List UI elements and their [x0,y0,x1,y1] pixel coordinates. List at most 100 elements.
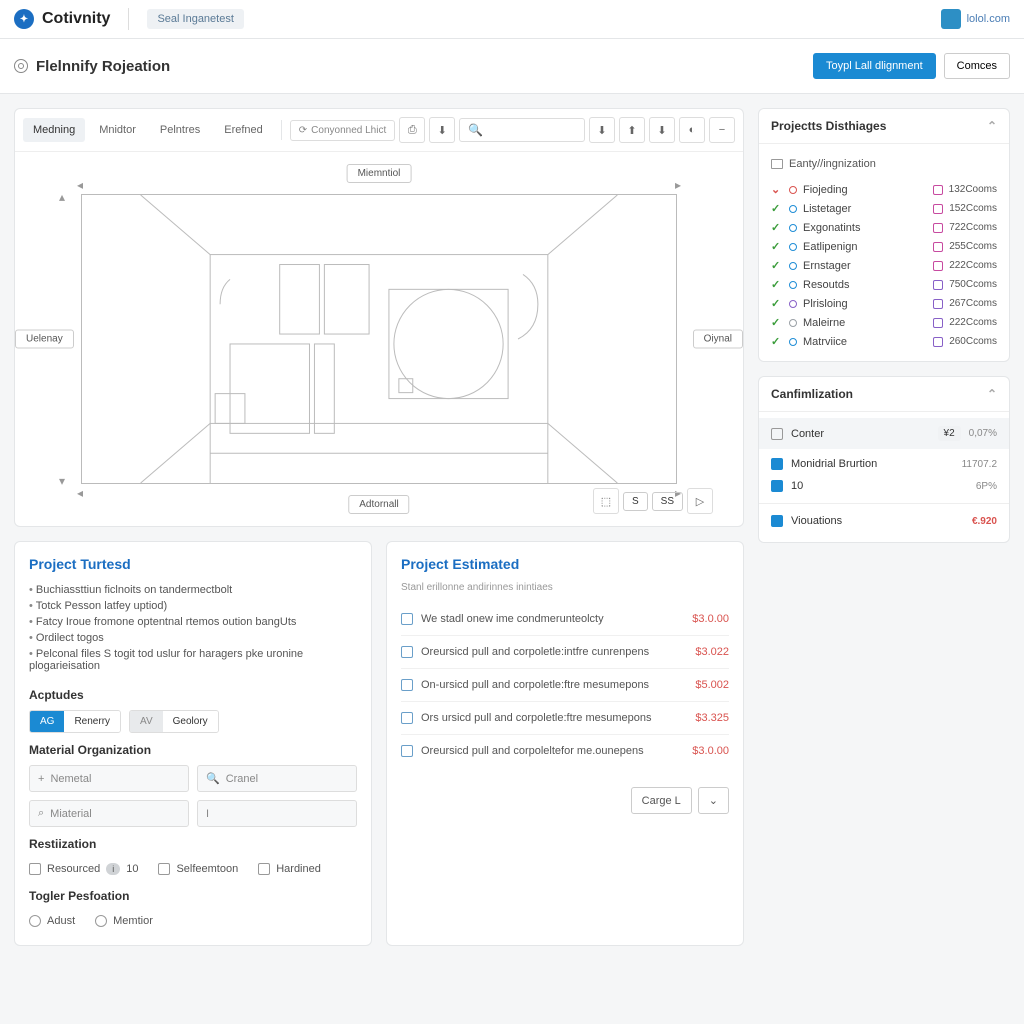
conf-value: 6P% [976,481,997,492]
opt-selfeemtoon[interactable]: Selfeemtoon [158,863,238,875]
est-title: Project Estimated [401,556,729,572]
tab-medning[interactable]: Medning [23,118,85,142]
dist-row[interactable]: ✓ Matrviice 260Ccoms [771,332,997,351]
user-area[interactable]: lolol.com [941,9,1010,29]
field-blank[interactable]: I [197,800,357,827]
dist-row[interactable]: ✓ Resoutds 750Ccoms [771,275,997,294]
arrow-icon: ◂ [77,178,83,192]
conf-pill: ¥2 [938,426,961,441]
checkbox[interactable] [771,480,783,492]
toolbar-search[interactable]: 🔍 [459,118,585,142]
project-estimated-panel: Project Estimated Stanl erillonne andiri… [386,541,744,946]
floorplan-drawing[interactable] [81,194,677,484]
field-cranel[interactable]: 🔍Cranel [197,765,357,792]
status-dot-icon [789,281,797,289]
checkbox[interactable] [771,515,783,527]
dist-row[interactable]: ✓ Plrisloing 267Ccoms [771,294,997,313]
check-icon: ✓ [771,259,783,272]
canvas-area[interactable]: Miemntiol Adtornall Uelenay Oiynal ◂ ▸ ◂… [15,152,743,526]
badge-icon [933,261,943,271]
field-nemetal[interactable]: +Nemetal [29,765,189,792]
badge-icon [933,223,943,233]
opt-resourced[interactable]: Resourcedi10 [29,863,138,875]
dist-name: Eatlipenign [803,241,927,253]
list-item: Pelconal files S togit tod uslur for har… [29,646,357,674]
field-material[interactable]: ⌕Miaterial [29,800,189,827]
est-row[interactable]: On-ursicd pull and corpoletle:ftre mesum… [401,669,729,702]
dist-row[interactable]: ⌄ Fiojeding 132Cooms [771,180,997,199]
carge-dropdown[interactable]: ⌄ [698,787,729,814]
chip-ag[interactable]: AG [30,711,64,732]
tab-mnidtor[interactable]: Mnidtor [89,118,146,142]
arrow-icon: ▴ [59,190,65,204]
topbar: ✦ Cotivnity Seal Inganetest lolol.com [0,0,1024,39]
toolbar-btn-d[interactable]: ◐ [679,117,705,143]
opt-hardined[interactable]: Hardined [258,863,321,875]
badge-icon [933,337,943,347]
warn-icon: ⌄ [771,183,783,196]
radio-adust[interactable]: Adust [29,915,75,927]
carge-button[interactable]: Carge L [631,787,692,814]
est-row[interactable]: Ors ursicd pull and corpoletle:ftre mesu… [401,702,729,735]
est-row[interactable]: Oreursicd pull and corpoleltefor me.oune… [401,735,729,767]
chipgroup-b[interactable]: AV Geolory [129,710,219,733]
toolbar-btn-a[interactable]: ⬇ [589,117,615,143]
dist-name: Maleirne [803,317,927,329]
page-title: Flelnnify Rojeation [36,58,170,75]
dim-left: Uelenay [15,330,74,349]
dist-name: Listetager [803,203,927,215]
dist-row[interactable]: ✓ Ernstager 222Ccoms [771,256,997,275]
status-dot-icon [789,186,797,194]
dist-row[interactable]: ✓ Listetager 152Ccoms [771,199,997,218]
arrow-icon: ◂ [77,486,83,500]
checkbox[interactable] [771,428,783,440]
dist-name: Resoutds [803,279,927,291]
badge-icon [933,185,943,195]
toolbar-btn-minus[interactable]: − [709,117,735,143]
conf-label: 10 [791,480,968,492]
chip-geolory[interactable]: Geolory [163,711,218,732]
toolbar-tool-1[interactable]: ⎙ [399,117,425,143]
disthiages-panel: Projectts Disthiages ⌃ Eanty//ingnizatio… [758,108,1010,362]
conf-value: 11707.2 [962,459,997,470]
toolbar-btn-c[interactable]: ⬇ [649,117,675,143]
radio-memtior[interactable]: Memtior [95,915,153,927]
dist-value: 222Ccoms [949,260,997,271]
dist-row[interactable]: ✓ Eatlipenign 255Ccoms [771,237,997,256]
item-icon [401,679,413,691]
chip-renerry[interactable]: Renerry [64,711,120,732]
est-row[interactable]: Oreursicd pull and corpoletle:intfre cun… [401,636,729,669]
breadcrumb[interactable]: Eanty//ingnization [771,154,997,180]
dist-row[interactable]: ✓ Maleirne 222Ccoms [771,313,997,332]
search-input[interactable] [489,124,576,136]
secondary-action-button[interactable]: Comces [944,53,1010,79]
arrow-icon: ▸ [675,178,681,192]
est-row[interactable]: We stadl onew ime condmerunteolcty $3.0.… [401,603,729,636]
dist-value: 267Ccoms [949,298,997,309]
item-icon [401,646,413,658]
dist-value: 222Ccoms [949,317,997,328]
brand-tag[interactable]: Seal Inganetest [147,9,243,29]
matorg-heading: Material Organization [29,743,357,757]
dist-row[interactable]: ✓ Exgonatints 722Ccoms [771,218,997,237]
tab-pelntres[interactable]: Pelntres [150,118,210,142]
chip-av[interactable]: AV [130,711,163,732]
status-dot-icon [789,319,797,327]
page-prev-icon[interactable]: ⬚ [593,488,619,514]
toolbar-download-icon[interactable]: ⬇ [429,117,455,143]
page-next-icon[interactable]: ▷ [687,488,713,514]
collapse-icon[interactable]: ⌃ [987,387,997,401]
status-dot-icon [789,205,797,213]
checkbox[interactable] [771,458,783,470]
chipgroup-a[interactable]: AG Renerry [29,710,121,733]
primary-action-button[interactable]: Toypl Lall dlignment [813,53,936,79]
est-price: $3.325 [695,712,729,724]
tab-erefned[interactable]: Erefned [214,118,273,142]
collapse-icon[interactable]: ⌃ [987,119,997,133]
toolbar-btn-b[interactable]: ⬆ [619,117,645,143]
toolbar-select[interactable]: ⟳Conyonned Lhict [290,120,395,141]
user-link[interactable]: lolol.com [967,13,1010,25]
conf-label: Conter [791,428,930,440]
dim-right: Oiynal [693,330,743,349]
badge-icon [933,242,943,252]
